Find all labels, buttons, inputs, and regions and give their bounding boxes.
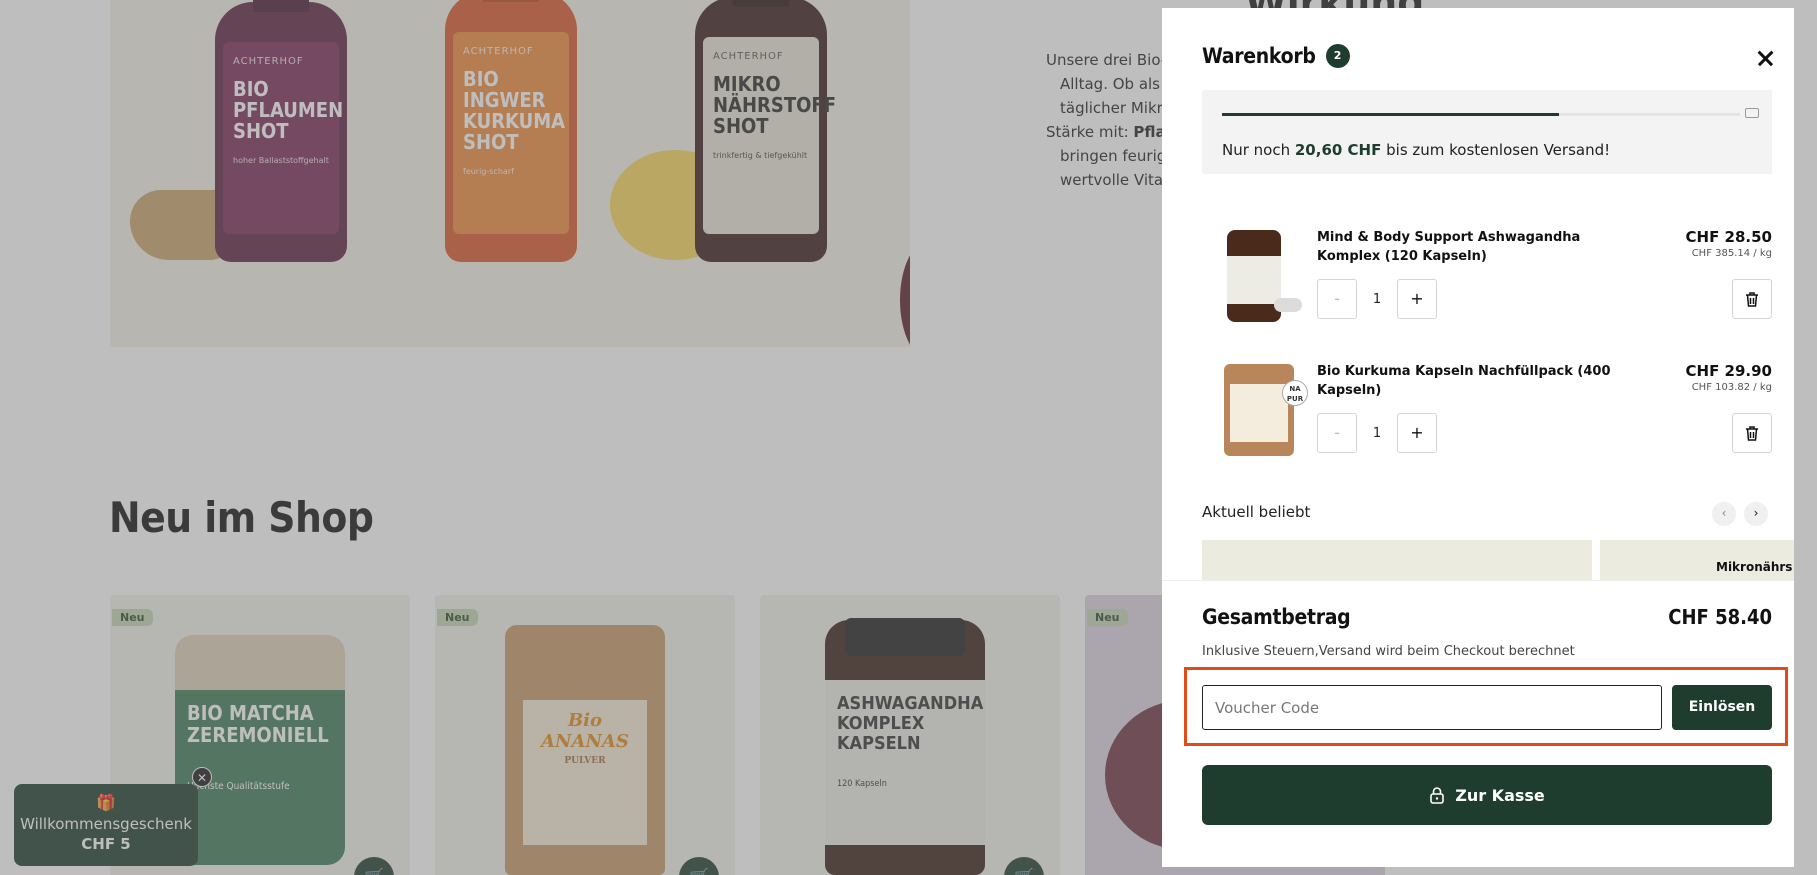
popular-product-title: Mikronährs (1716, 560, 1793, 574)
truck-icon (1745, 108, 1759, 118)
trash-icon (1746, 291, 1758, 307)
shipping-progress-fill (1222, 113, 1559, 116)
checkout-label: Zur Kasse (1455, 785, 1545, 805)
total-value: CHF 58.40 (1668, 605, 1772, 629)
voucher-code-input[interactable] (1202, 685, 1662, 730)
shipping-amount: 20,60 CHF (1294, 141, 1382, 159)
cart-item-price: CHF 29.90 (1685, 362, 1772, 380)
cart-item-price: CHF 28.50 (1685, 228, 1772, 246)
redeem-voucher-button[interactable]: Einlösen (1672, 685, 1772, 730)
shipping-progress-bar (1222, 113, 1740, 116)
cart-footer: Gesamtbetrag CHF 58.40 Inklusive Steuern… (1162, 580, 1794, 867)
popular-heading: Aktuell beliebt (1202, 503, 1311, 521)
total-note: Inklusive Steuern,Versand wird beim Chec… (1202, 644, 1575, 659)
close-cart-button[interactable] (1752, 44, 1780, 72)
decrease-quantity-button[interactable]: - (1317, 279, 1357, 319)
cart-item-image[interactable]: NA PUR (1212, 362, 1308, 462)
popular-product-card[interactable]: Mikronährs (1600, 540, 1794, 580)
cart-header: Warenkorb 2 (1202, 44, 1350, 68)
carousel-prev-button[interactable]: ‹ (1712, 502, 1736, 526)
lock-icon (1430, 787, 1445, 804)
increase-quantity-button[interactable]: + (1397, 413, 1437, 453)
cart-item-image[interactable] (1212, 228, 1302, 328)
cart-drawer: Warenkorb 2 Nur noch 20,60 CHF bis zum k… (1162, 8, 1794, 867)
remove-item-button[interactable] (1732, 279, 1772, 319)
shipping-message: Nur noch 20,60 CHF bis zum kostenlosen V… (1222, 141, 1610, 159)
quantity-value: 1 (1372, 425, 1382, 441)
cart-item-name[interactable]: Bio Kurkuma Kapseln Nachfüllpack (400 Ka… (1317, 362, 1637, 400)
cart-item-unit-price: CHF 385.14 / kg (1691, 248, 1772, 259)
cart-count-badge: 2 (1325, 44, 1350, 68)
shipping-suffix: bis zum kostenlosen Versand! (1381, 141, 1611, 159)
popular-carousel-controls: ‹ › (1712, 502, 1768, 526)
cart-item-unit-price: CHF 103.82 / kg (1691, 382, 1772, 393)
popular-product-card[interactable] (1202, 540, 1592, 580)
free-shipping-box: Nur noch 20,60 CHF bis zum kostenlosen V… (1202, 90, 1772, 174)
quantity-stepper: - 1 + (1317, 413, 1437, 453)
total-label: Gesamtbetrag (1202, 605, 1351, 629)
decrease-quantity-button[interactable]: - (1317, 413, 1357, 453)
remove-item-button[interactable] (1732, 413, 1772, 453)
checkout-button[interactable]: Zur Kasse (1202, 765, 1772, 825)
cart-item: NA PUR Bio Kurkuma Kapseln Nachfüllpack … (1202, 362, 1772, 482)
carousel-next-button[interactable]: › (1744, 502, 1768, 526)
quantity-value: 1 (1372, 291, 1382, 307)
cart-item: Mind & Body Support Ashwagandha Komplex … (1202, 228, 1772, 348)
trash-icon (1746, 425, 1758, 441)
increase-quantity-button[interactable]: + (1397, 279, 1437, 319)
cart-title: Warenkorb (1202, 44, 1316, 68)
shipping-prefix: Nur noch (1222, 141, 1295, 159)
quantity-stepper: - 1 + (1317, 279, 1437, 319)
cart-item-name[interactable]: Mind & Body Support Ashwagandha Komplex … (1317, 228, 1637, 266)
napur-badge: NA PUR (1282, 380, 1308, 406)
